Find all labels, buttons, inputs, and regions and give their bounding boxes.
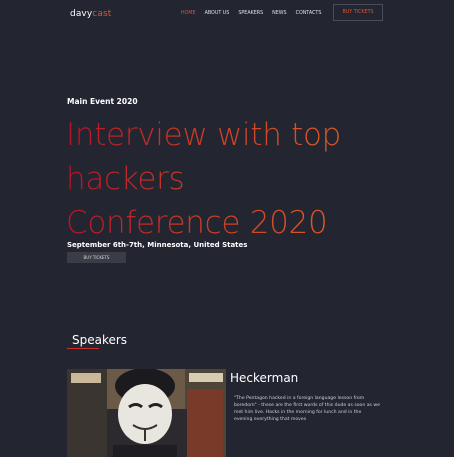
hero-date-location: September 6th-7th, Minnesota, United Sta… — [67, 241, 248, 249]
hero-headline: Interview with top hackers Conference 20… — [66, 113, 366, 245]
logo-part-davy: davy — [70, 9, 93, 19]
nav-item-about-us[interactable]: ABOUT US — [205, 11, 230, 16]
hero-eyebrow: Main Event 2020 — [67, 97, 138, 106]
speaker-name: Heckerman — [230, 371, 299, 385]
nav-item-home[interactable]: HOME — [181, 11, 196, 16]
nav-buy-tickets-button[interactable]: BUY TICKETS — [333, 4, 383, 21]
speakers-section-title: Speakers — [72, 333, 128, 347]
hero-headline-line-2: hackers — [66, 161, 185, 197]
hero-headline-line-3: Conference 2020 — [66, 205, 328, 241]
speaker-photo-illustration — [67, 369, 226, 457]
nav-item-speakers[interactable]: SPEAKERS — [238, 11, 263, 16]
speaker-photo — [67, 369, 226, 457]
site-logo[interactable]: davycast — [70, 9, 111, 19]
nav-menu: HOME ABOUT US SPEAKERS NEWS CONTACTS — [181, 11, 330, 16]
speaker-bio: "The Pentagon hacked in a foreign langua… — [234, 396, 380, 422]
top-navbar: davycast HOME ABOUT US SPEAKERS NEWS CON… — [0, 0, 454, 28]
section-title-underline — [67, 348, 99, 349]
logo-part-cast: cast — [92, 9, 112, 19]
hero-headline-line-1: Interview with top — [66, 117, 342, 153]
hero-buy-tickets-button[interactable]: BUY TICKETS — [67, 252, 126, 263]
nav-item-news[interactable]: NEWS — [272, 11, 286, 16]
nav-item-contacts[interactable]: CONTACTS — [296, 11, 322, 16]
